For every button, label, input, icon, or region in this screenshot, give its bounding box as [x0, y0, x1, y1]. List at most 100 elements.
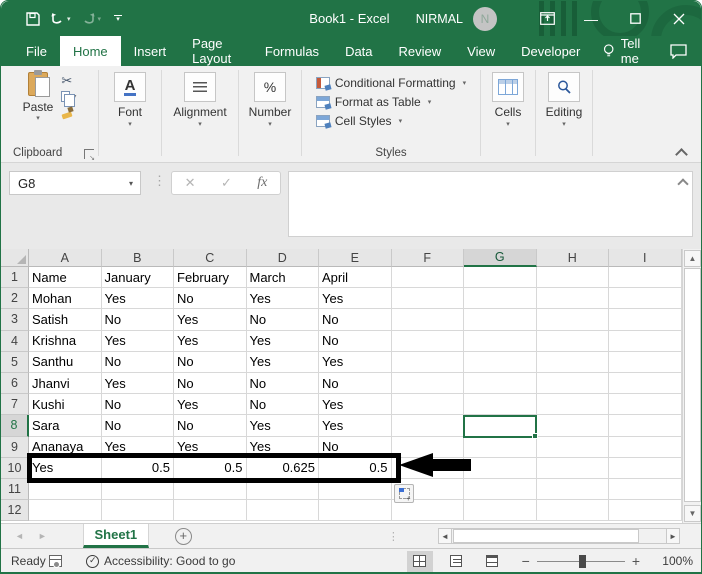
cell-C6[interactable]: No — [174, 373, 247, 394]
scroll-down-icon[interactable]: ▼ — [684, 505, 701, 522]
cell-G5[interactable] — [464, 352, 537, 373]
paste-button[interactable]: Paste ▾ — [23, 72, 54, 122]
sheet-nav-right-icon[interactable]: ► — [38, 531, 47, 541]
number-group-button[interactable]: % Number ▾ — [249, 72, 292, 128]
name-box[interactable]: G8 ▾ — [9, 171, 141, 195]
cell-G12[interactable] — [464, 500, 537, 521]
normal-view-button[interactable] — [407, 551, 433, 572]
cell-B1[interactable]: January — [102, 267, 175, 288]
cell-E2[interactable]: Yes — [319, 288, 392, 309]
cell-C7[interactable]: Yes — [174, 394, 247, 415]
cell-I10[interactable] — [609, 458, 682, 479]
scroll-left-icon[interactable]: ◄ — [438, 528, 452, 544]
cell-I7[interactable] — [609, 394, 682, 415]
zoom-in-button[interactable]: + — [625, 553, 647, 569]
page-break-view-button[interactable] — [479, 551, 505, 572]
col-header-G[interactable]: G — [464, 249, 537, 267]
cell-D6[interactable]: No — [247, 373, 320, 394]
tab-scrollbar-splitter[interactable]: ⋮ — [388, 530, 399, 543]
cell-D3[interactable]: No — [247, 309, 320, 330]
cell-G2[interactable] — [464, 288, 537, 309]
tell-me-box[interactable]: Tell me — [593, 36, 670, 66]
copy-button[interactable]: ▾ — [61, 90, 76, 103]
cell-E4[interactable]: No — [319, 331, 392, 352]
cell-H6[interactable] — [537, 373, 610, 394]
cell-B2[interactable]: Yes — [102, 288, 175, 309]
cell-H2[interactable] — [537, 288, 610, 309]
redo-dropdown-icon[interactable]: ▾ — [98, 15, 102, 23]
row-header-4[interactable]: 4 — [1, 331, 29, 352]
tab-home[interactable]: Home — [60, 36, 121, 66]
horizontal-scrollbar-track[interactable] — [452, 528, 666, 544]
editing-group-button[interactable]: Editing ▾ — [546, 72, 583, 128]
cell-B4[interactable]: Yes — [102, 331, 175, 352]
row-header-9[interactable]: 9 — [1, 437, 29, 458]
cell-D12[interactable] — [247, 500, 320, 521]
collapse-formula-bar-icon[interactable] — [677, 177, 689, 185]
cut-button[interactable]: ✂ — [61, 74, 76, 87]
cell-H1[interactable] — [537, 267, 610, 288]
cell-G10[interactable] — [464, 458, 537, 479]
col-header-B[interactable]: B — [102, 249, 175, 267]
cell-E8[interactable]: Yes — [319, 415, 392, 436]
cell-G11[interactable] — [464, 479, 537, 500]
undo-dropdown-icon[interactable]: ▾ — [67, 15, 71, 23]
horizontal-scrollbar-thumb[interactable] — [453, 529, 639, 543]
font-dropdown-icon[interactable]: ▾ — [128, 120, 132, 128]
paste-dropdown-icon[interactable]: ▾ — [36, 114, 40, 122]
cancel-formula-icon[interactable]: ✕ — [185, 175, 196, 191]
row-header-8[interactable]: 8 — [1, 415, 29, 436]
maximize-button[interactable] — [613, 1, 657, 36]
zoom-slider[interactable] — [537, 561, 625, 562]
cell-A2[interactable]: Mohan — [29, 288, 102, 309]
selected-cell-outline[interactable] — [463, 415, 537, 438]
cell-styles-dropdown-icon[interactable]: ▾ — [399, 117, 403, 125]
cell-E3[interactable]: No — [319, 309, 392, 330]
undo-button[interactable]: ▾ — [47, 6, 74, 32]
cell-H10[interactable] — [537, 458, 610, 479]
cell-B6[interactable]: Yes — [102, 373, 175, 394]
cell-D2[interactable]: Yes — [247, 288, 320, 309]
cell-E1[interactable]: April — [319, 267, 392, 288]
cell-I1[interactable] — [609, 267, 682, 288]
cell-I3[interactable] — [609, 309, 682, 330]
col-header-A[interactable]: A — [29, 249, 102, 267]
cell-C2[interactable]: No — [174, 288, 247, 309]
cell-H9[interactable] — [537, 437, 610, 458]
tab-file[interactable]: File — [13, 36, 60, 66]
cell-G3[interactable] — [464, 309, 537, 330]
format-as-table-dropdown-icon[interactable]: ▾ — [428, 98, 432, 106]
cell-D4[interactable]: Yes — [247, 331, 320, 352]
cell-G6[interactable] — [464, 373, 537, 394]
cell-I6[interactable] — [609, 373, 682, 394]
cell-A12[interactable] — [29, 500, 102, 521]
tab-view[interactable]: View — [454, 36, 508, 66]
cell-B5[interactable]: No — [102, 352, 175, 373]
cell-I12[interactable] — [609, 500, 682, 521]
col-header-E[interactable]: E — [319, 249, 392, 267]
cell-B3[interactable]: No — [102, 309, 175, 330]
macro-record-icon[interactable] — [49, 555, 62, 567]
row-header-2[interactable]: 2 — [1, 288, 29, 309]
cell-H5[interactable] — [537, 352, 610, 373]
cell-G9[interactable] — [464, 437, 537, 458]
tab-formulas[interactable]: Formulas — [252, 36, 332, 66]
customize-qat-icon[interactable]: ▾ — [114, 15, 122, 23]
formula-input[interactable] — [288, 171, 693, 237]
avatar[interactable]: N — [473, 7, 497, 31]
font-group-button[interactable]: A Font ▾ — [114, 72, 146, 128]
row-header-7[interactable]: 7 — [1, 394, 29, 415]
minimize-button[interactable]: — — [569, 1, 613, 36]
col-header-H[interactable]: H — [537, 249, 610, 267]
col-header-I[interactable]: I — [609, 249, 682, 267]
horizontal-scrollbar[interactable]: ◄ ► — [438, 528, 680, 544]
cell-F1[interactable] — [392, 267, 465, 288]
cell-A6[interactable]: Jhanvi — [29, 373, 102, 394]
row-header-6[interactable]: 6 — [1, 373, 29, 394]
cell-I9[interactable] — [609, 437, 682, 458]
format-painter-button[interactable] — [61, 106, 76, 119]
row-header-10[interactable]: 10 — [1, 458, 29, 479]
tab-review[interactable]: Review — [386, 36, 455, 66]
name-box-dropdown-icon[interactable]: ▾ — [129, 179, 140, 188]
cell-C5[interactable]: No — [174, 352, 247, 373]
